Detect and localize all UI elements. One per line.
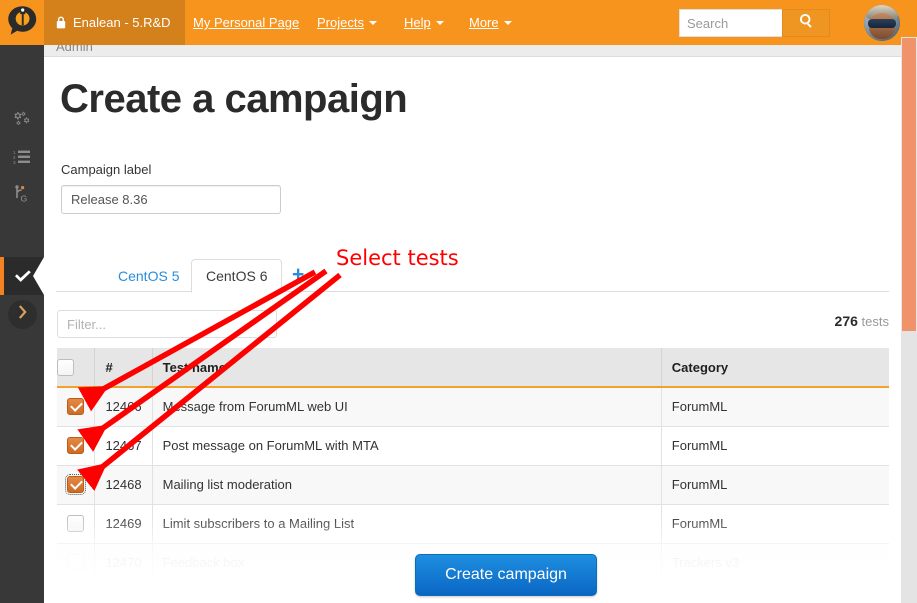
search-button[interactable] bbox=[782, 9, 830, 37]
nav-item-help[interactable]: Help bbox=[394, 0, 454, 45]
nav-item-label: More bbox=[469, 15, 499, 30]
create-campaign-button[interactable]: Create campaign bbox=[415, 554, 597, 596]
avatar[interactable] bbox=[864, 5, 900, 41]
row-select-cell bbox=[57, 582, 96, 603]
filter-input[interactable] bbox=[57, 310, 277, 338]
table-header-row: # Test name Category bbox=[57, 348, 889, 388]
row-category: ForumML bbox=[661, 504, 889, 544]
annotation-label: Select tests bbox=[336, 246, 459, 270]
select-all-header bbox=[57, 348, 96, 388]
sidebar-item-test-plan[interactable]: 1 2 3 bbox=[0, 137, 44, 175]
row-select-cell bbox=[57, 543, 96, 583]
platform-tabs: CentOS 5 CentOS 6 + bbox=[56, 259, 889, 293]
row-checkbox[interactable] bbox=[67, 593, 85, 603]
lock-icon bbox=[56, 16, 66, 29]
cogs-icon bbox=[13, 110, 32, 127]
column-header-id[interactable]: # bbox=[94, 348, 153, 388]
campaign-label-input[interactable] bbox=[61, 185, 281, 214]
tab-label: CentOS 5 bbox=[118, 267, 180, 284]
table-row[interactable]: 12467 Post message on ForumML with MTA For… bbox=[57, 426, 889, 466]
sidebar-item-admin[interactable] bbox=[0, 99, 44, 137]
tab-centos-6[interactable]: CentOS 6 bbox=[191, 259, 283, 293]
row-checkbox[interactable] bbox=[65, 474, 87, 496]
tuleap-logo-icon bbox=[7, 5, 38, 41]
global-search bbox=[679, 9, 830, 37]
row-checkbox[interactable] bbox=[67, 398, 85, 416]
row-category: ForumML bbox=[661, 387, 889, 427]
nav-item-label: Help bbox=[404, 15, 431, 30]
row-test-name: Post message on ForumML with MTA bbox=[152, 426, 662, 466]
search-input[interactable] bbox=[679, 9, 782, 37]
chevron-down-icon bbox=[368, 20, 377, 25]
row-checkbox[interactable] bbox=[67, 554, 85, 572]
row-select-cell bbox=[57, 504, 96, 544]
ordered-list-icon: 1 2 3 bbox=[13, 148, 32, 165]
page-scrollbar-thumb[interactable] bbox=[902, 38, 916, 331]
chevron-down-icon bbox=[503, 20, 512, 25]
row-id: 12466 bbox=[94, 387, 153, 427]
select-all-checkbox[interactable] bbox=[57, 358, 74, 376]
row-select-cell bbox=[57, 426, 96, 466]
row-id: 12469 bbox=[94, 504, 153, 544]
top-navbar: Enalean - 5.R&D My Personal Page Project… bbox=[0, 0, 917, 45]
plus-icon[interactable]: + bbox=[292, 263, 304, 287]
row-id: 12471 bbox=[94, 582, 153, 603]
project-name-text: Enalean - 5.R&D bbox=[73, 15, 171, 30]
test-count-number: 276 bbox=[834, 313, 858, 329]
nav-item-more[interactable]: More bbox=[459, 0, 522, 45]
nav-item-label: Projects bbox=[317, 15, 364, 30]
app-window: 1 2 3 G Admin Create a campaign Campaign… bbox=[0, 0, 917, 603]
tab-label: CentOS 6 bbox=[206, 268, 268, 284]
row-checkbox[interactable] bbox=[67, 515, 85, 533]
column-header-category[interactable]: Category bbox=[661, 348, 889, 388]
check-icon bbox=[13, 269, 33, 284]
test-count-unit: tests bbox=[861, 314, 889, 329]
git-branch-icon: G bbox=[13, 185, 32, 203]
chevron-down-icon bbox=[435, 20, 444, 25]
row-category: Trackers v3 bbox=[661, 582, 889, 603]
test-count: 276 tests bbox=[835, 313, 889, 329]
row-select-cell bbox=[57, 387, 96, 427]
chevron-right-icon bbox=[17, 305, 28, 324]
row-id: 12468 bbox=[94, 465, 153, 505]
row-category: ForumML bbox=[661, 465, 889, 505]
row-category: Trackers v3 bbox=[661, 543, 889, 583]
table-row[interactable]: 12468 Mailing list moderation ForumML bbox=[57, 465, 889, 505]
project-name-badge[interactable]: Enalean - 5.R&D bbox=[44, 0, 185, 45]
row-id: 12467 bbox=[94, 426, 153, 466]
svg-text:G: G bbox=[20, 194, 27, 203]
row-id: 12470 bbox=[94, 543, 153, 583]
page-title: Create a campaign bbox=[60, 77, 408, 121]
sidebar-item-git[interactable]: G bbox=[0, 175, 44, 213]
campaign-label-label: Campaign label bbox=[61, 162, 152, 177]
table-row[interactable]: 12466 Message from ForumML web UI ForumML bbox=[57, 387, 889, 427]
row-test-name: Mailing list moderation bbox=[152, 465, 662, 505]
row-test-name: Limit subscribers to a Mailing List bbox=[152, 504, 662, 544]
tests-table-head: # Test name Category bbox=[57, 348, 889, 388]
search-icon bbox=[799, 13, 814, 33]
row-category: ForumML bbox=[661, 426, 889, 466]
row-select-cell bbox=[57, 465, 96, 505]
nav-item-my-personal-page[interactable]: My Personal Page bbox=[183, 0, 309, 45]
column-header-testname[interactable]: Test name bbox=[152, 348, 662, 388]
nav-item-label: My Personal Page bbox=[193, 15, 300, 30]
tab-centos-5[interactable]: CentOS 5 bbox=[104, 259, 193, 292]
row-test-name: Message from ForumML web UI bbox=[152, 387, 662, 427]
active-indicator-notch bbox=[33, 257, 44, 295]
project-sidebar: 1 2 3 G bbox=[0, 37, 44, 603]
sidebar-item-test-management[interactable] bbox=[0, 257, 44, 295]
sidebar-expand-toggle[interactable] bbox=[8, 300, 37, 329]
main-content-panel: Create a campaign Campaign label CentOS … bbox=[44, 56, 901, 603]
svg-text:3: 3 bbox=[13, 160, 16, 165]
nav-item-projects[interactable]: Projects bbox=[307, 0, 387, 45]
row-checkbox[interactable] bbox=[67, 437, 85, 455]
app-logo[interactable] bbox=[0, 0, 44, 45]
table-row[interactable]: 12469 Limit subscribers to a Mailing List… bbox=[57, 504, 889, 544]
